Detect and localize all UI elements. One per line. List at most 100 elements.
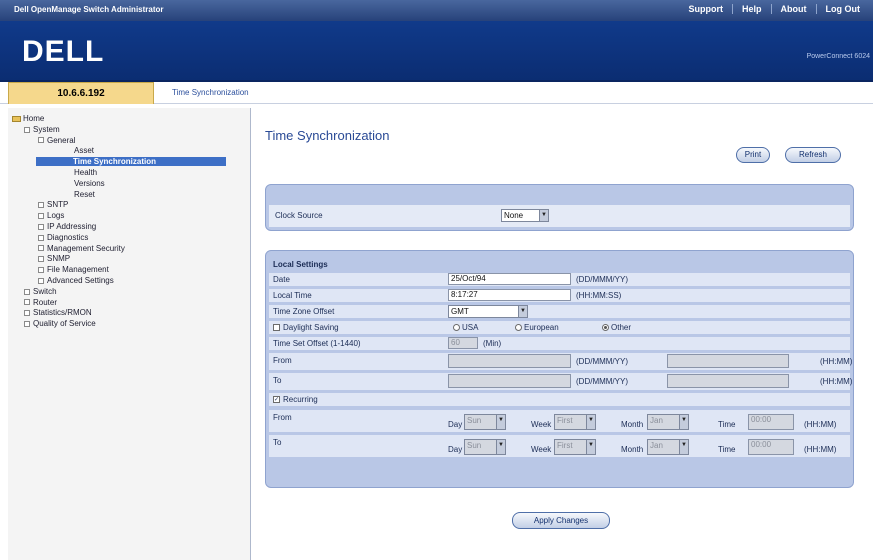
tree-item-general[interactable]: General (38, 136, 75, 145)
tree-item-home[interactable]: Home (12, 114, 44, 123)
tree-item-advanced-settings[interactable]: Advanced Settings (38, 276, 114, 285)
print-button[interactable]: Print (736, 147, 770, 163)
recurring-to-label: To (273, 438, 282, 447)
help-link[interactable]: Help (731, 4, 771, 14)
to-month-select[interactable]: Jan ▼ (647, 439, 689, 455)
to-date-hint: (DD/MMM/YY) (576, 377, 628, 386)
about-link[interactable]: About (770, 4, 816, 14)
apply-changes-button[interactable]: Apply Changes (512, 512, 610, 529)
to-month-value: Jan (650, 441, 663, 450)
tree-item-router[interactable]: Router (24, 298, 57, 307)
daylight-saving-toggle[interactable]: Daylight Saving (273, 323, 339, 332)
expand-icon[interactable] (38, 202, 44, 209)
timezone-row: Time Zone Offset GMT ▼ (269, 305, 850, 318)
from-week-label: Week (531, 420, 552, 429)
tree-item-sntp[interactable]: SNTP (38, 200, 68, 209)
time-set-offset-input[interactable]: 60 (448, 337, 478, 349)
tree-item-snmp[interactable]: SNMP (38, 254, 70, 263)
daylight-saving-checkbox[interactable] (273, 324, 280, 332)
tree-item-quality-of-service[interactable]: Quality of Service (24, 319, 96, 328)
expand-icon[interactable] (38, 213, 44, 220)
expand-icon[interactable] (24, 321, 30, 328)
to-label: To (273, 376, 282, 385)
recurring-row: ✓ Recurring (269, 393, 850, 406)
from-rec-time-input[interactable]: 00:00 (748, 414, 794, 430)
to-rec-time-input[interactable]: 00:00 (748, 439, 794, 455)
recurring-checkbox[interactable]: ✓ (273, 396, 280, 404)
expand-icon[interactable] (38, 245, 44, 252)
clock-source-panel: Clock Source None ▼ (265, 184, 854, 231)
time-format-hint: (HH:MM:SS) (576, 291, 622, 300)
tree-item-ip-addressing[interactable]: IP Addressing (38, 222, 96, 231)
from-row: From (DD/MMM/YY) (HH:MM) (269, 353, 853, 370)
tree-item-asset[interactable]: Asset (74, 146, 94, 155)
dst-usa-label: USA (462, 323, 479, 332)
to-date-input[interactable] (448, 374, 571, 388)
top-links: Support Help About Log Out (679, 4, 869, 14)
expand-icon[interactable] (38, 267, 44, 274)
time-set-offset-label: Time Set Offset (1-1440) (273, 339, 361, 348)
clock-source-value: None (504, 211, 524, 220)
collapse-icon[interactable] (24, 126, 30, 133)
tree-item-switch[interactable]: Switch (24, 287, 57, 296)
recurring-toggle[interactable]: ✓ Recurring (273, 395, 318, 404)
from-label: From (273, 356, 292, 365)
to-day-select[interactable]: Sun ▼ (464, 439, 506, 455)
local-time-input[interactable]: 8:17:27 (448, 289, 571, 301)
tree-item-label: Advanced Settings (47, 276, 114, 285)
local-settings-panel: Local Settings Date 25/Oct/94 (DD/MMM/YY… (265, 250, 854, 488)
support-link[interactable]: Support (679, 4, 732, 14)
refresh-button[interactable]: Refresh (785, 147, 841, 163)
to-week-select[interactable]: First ▼ (554, 439, 596, 455)
brand-bar: DELL PowerConnect 6024 (0, 21, 873, 82)
tree-item-file-management[interactable]: File Management (38, 265, 109, 274)
expand-icon[interactable] (24, 310, 30, 317)
tree-item-versions[interactable]: Versions (74, 179, 105, 188)
expand-icon[interactable] (24, 299, 30, 306)
tree-item-statistics-rmon[interactable]: Statistics/RMON (24, 308, 92, 317)
dst-usa-option[interactable]: USA (453, 323, 478, 332)
tree-item-system[interactable]: System (24, 125, 60, 134)
date-input[interactable]: 25/Oct/94 (448, 273, 571, 285)
daylight-saving-label: Daylight Saving (283, 323, 339, 332)
clock-source-select[interactable]: None ▼ (501, 209, 549, 222)
to-time-input[interactable] (667, 374, 789, 388)
from-date-input[interactable] (448, 354, 571, 368)
dst-other-option[interactable]: Other (602, 323, 631, 332)
from-time-input[interactable] (667, 354, 789, 368)
tree-item-diagnostics[interactable]: Diagnostics (38, 233, 88, 242)
breadcrumb: Time Synchronization (172, 88, 249, 97)
from-time-hint: (HH:MM) (820, 357, 853, 366)
tree-item-management-security[interactable]: Management Security (38, 244, 125, 253)
tree-item-health[interactable]: Health (74, 168, 97, 177)
product-name: PowerConnect 6024 (806, 53, 870, 60)
expand-icon[interactable] (38, 256, 44, 263)
dst-european-radio[interactable] (515, 324, 522, 332)
timezone-select[interactable]: GMT ▼ (448, 305, 528, 318)
dst-usa-radio[interactable] (453, 324, 460, 332)
from-day-select[interactable]: Sun ▼ (464, 414, 506, 430)
dst-european-option[interactable]: European (515, 323, 559, 332)
expand-icon[interactable] (38, 277, 44, 284)
from-month-label: Month (621, 420, 644, 429)
from-week-select[interactable]: First ▼ (554, 414, 596, 430)
local-settings-heading: Local Settings (273, 260, 328, 269)
dst-other-radio[interactable] (602, 324, 609, 332)
expand-icon[interactable] (24, 288, 30, 295)
expand-icon[interactable] (38, 223, 44, 230)
from-month-select[interactable]: Jan ▼ (647, 414, 689, 430)
date-label: Date (273, 275, 290, 284)
clock-source-label: Clock Source (275, 211, 323, 220)
tree-item-label: Time Synchronization (73, 157, 156, 167)
dell-logo: DELL (22, 35, 105, 68)
tree-item-label: Switch (33, 286, 57, 296)
logout-link[interactable]: Log Out (815, 4, 870, 14)
tree-item-label: IP Addressing (47, 222, 97, 231)
tree-item-logs[interactable]: Logs (38, 211, 64, 220)
device-ip-tab[interactable]: 10.6.6.192 (8, 82, 154, 104)
expand-icon[interactable] (38, 234, 44, 241)
tree-item-time-synchronization[interactable]: Time Synchronization (36, 157, 226, 167)
tree-item-reset[interactable]: Reset (74, 190, 95, 199)
tree-item-label: File Management (47, 265, 109, 275)
collapse-icon[interactable] (38, 137, 44, 144)
